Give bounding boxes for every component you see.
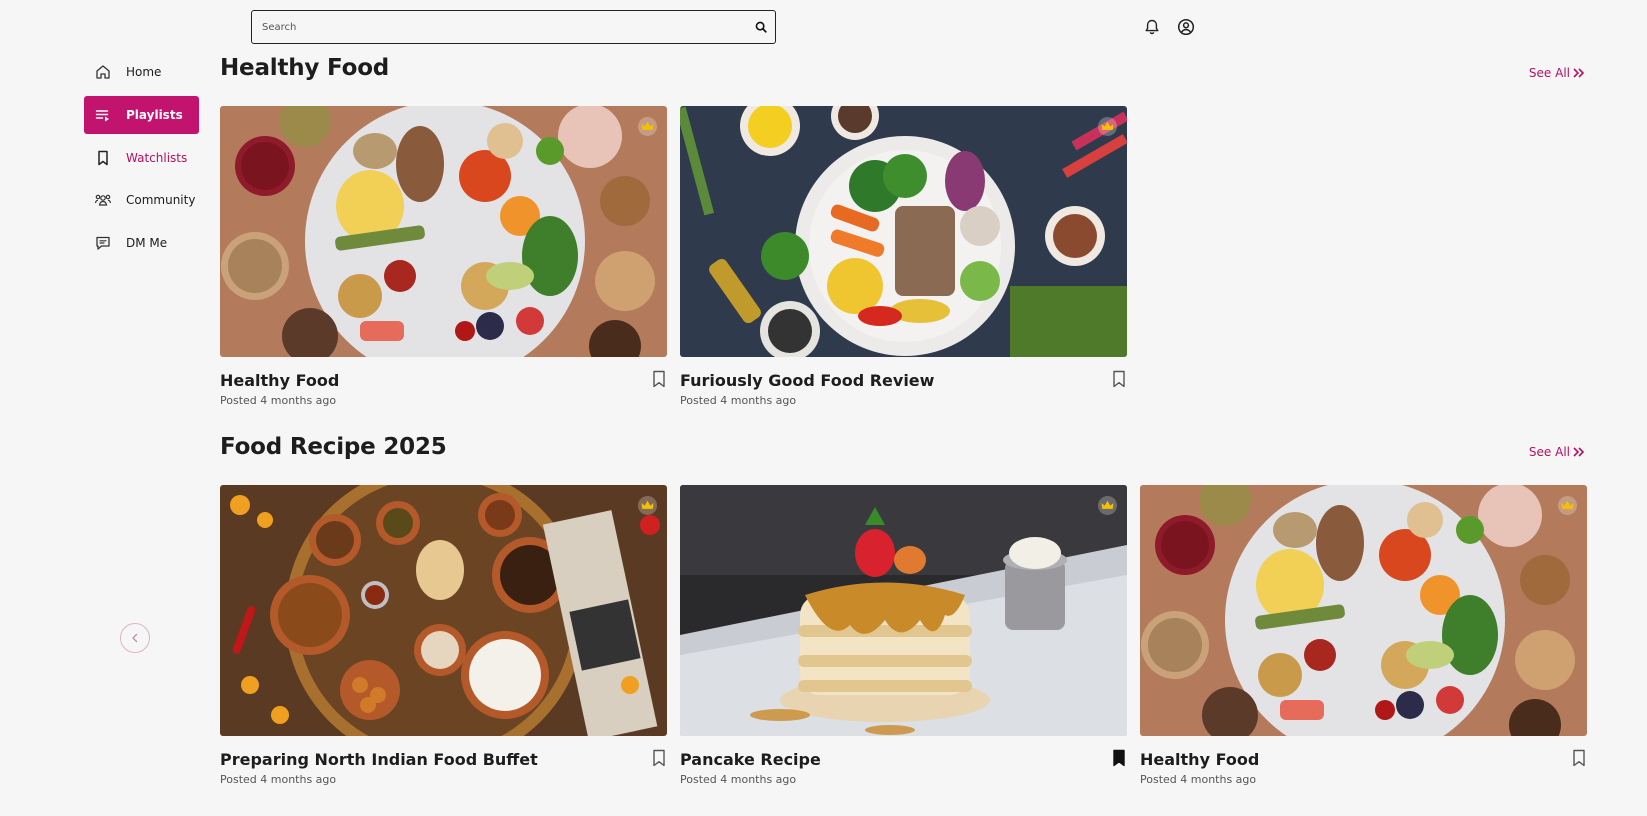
message-icon xyxy=(94,234,112,252)
card-title[interactable]: Furiously Good Food Review xyxy=(680,371,934,390)
sidebar-item-label: Watchlists xyxy=(126,151,188,165)
sidebar-item-label: Community xyxy=(126,193,196,207)
bell-icon[interactable] xyxy=(1142,17,1162,37)
video-card[interactable]: Pancake Recipe Posted 4 months ago xyxy=(680,485,1127,786)
video-card[interactable]: Healthy Food Posted 4 months ago xyxy=(220,106,667,407)
sidebar-item-label: DM Me xyxy=(126,236,168,250)
double-chevron-right-icon xyxy=(1573,447,1584,457)
sidebar-collapse-button[interactable] xyxy=(120,623,150,653)
sidebar-item-label: Home xyxy=(126,65,162,79)
pancakes-image xyxy=(680,485,1127,736)
community-icon xyxy=(94,191,112,209)
bookmark-icon[interactable] xyxy=(1571,749,1587,767)
see-all-link[interactable]: See All xyxy=(1529,445,1584,459)
healthy-plate-image xyxy=(1140,485,1587,736)
bookmark-filled-icon[interactable] xyxy=(1111,749,1127,767)
video-card[interactable]: Preparing North Indian Food Buffet Poste… xyxy=(220,485,667,786)
card-thumbnail[interactable] xyxy=(680,485,1127,736)
card-posted-time: Posted 4 months ago xyxy=(1140,773,1257,786)
video-card[interactable]: Furiously Good Food Review Posted 4 mont… xyxy=(680,106,1127,407)
bookmark-icon[interactable] xyxy=(1111,370,1127,388)
see-all-label: See All xyxy=(1528,445,1570,459)
page: Home Playlists Watchlists Community DM M xyxy=(0,0,1647,816)
crown-icon xyxy=(1558,496,1577,515)
chevron-left-icon xyxy=(132,633,138,643)
crown-icon xyxy=(1098,117,1117,136)
card-posted-time: Posted 4 months ago xyxy=(680,394,797,407)
card-thumbnail[interactable] xyxy=(1140,485,1587,736)
card-posted-time: Posted 4 months ago xyxy=(220,773,337,786)
search-bar[interactable] xyxy=(251,10,776,44)
section-title: Healthy Food xyxy=(220,55,390,81)
sidebar-item-dm-me[interactable]: DM Me xyxy=(84,224,199,262)
sidebar-item-playlists[interactable]: Playlists xyxy=(84,96,199,134)
sidebar-item-community[interactable]: Community xyxy=(84,181,199,219)
bookmark-icon[interactable] xyxy=(651,370,667,388)
indian-thali-image xyxy=(220,485,667,736)
card-posted-time: Posted 4 months ago xyxy=(680,773,797,786)
card-title[interactable]: Healthy Food xyxy=(220,371,339,390)
home-icon xyxy=(94,63,112,81)
section-title: Food Recipe 2025 xyxy=(220,434,447,460)
card-title[interactable]: Pancake Recipe xyxy=(680,750,821,769)
playlist-icon xyxy=(94,106,112,124)
card-posted-time: Posted 4 months ago xyxy=(220,394,337,407)
sidebar-item-watchlists[interactable]: Watchlists xyxy=(84,139,199,177)
card-thumbnail[interactable] xyxy=(220,485,667,736)
salad-bowl-image xyxy=(680,106,1127,357)
video-card[interactable]: Healthy Food Posted 4 months ago xyxy=(1140,485,1587,786)
search-icon[interactable] xyxy=(754,20,768,34)
user-circle-icon[interactable] xyxy=(1176,17,1196,37)
card-thumbnail[interactable] xyxy=(680,106,1127,357)
crown-icon xyxy=(638,496,657,515)
search-input[interactable] xyxy=(262,17,732,37)
crown-icon xyxy=(638,117,657,136)
see-all-label: See All xyxy=(1528,66,1570,80)
card-title[interactable]: Preparing North Indian Food Buffet xyxy=(220,750,538,769)
healthy-plate-image xyxy=(220,106,667,357)
card-title[interactable]: Healthy Food xyxy=(1140,750,1259,769)
bookmark-icon[interactable] xyxy=(651,749,667,767)
card-thumbnail[interactable] xyxy=(220,106,667,357)
double-chevron-right-icon xyxy=(1573,68,1584,78)
sidebar-item-label: Playlists xyxy=(126,108,183,122)
sidebar-item-home[interactable]: Home xyxy=(84,53,199,91)
crown-icon xyxy=(1098,496,1117,515)
bookmark-icon xyxy=(94,149,112,167)
see-all-link[interactable]: See All xyxy=(1529,66,1584,80)
